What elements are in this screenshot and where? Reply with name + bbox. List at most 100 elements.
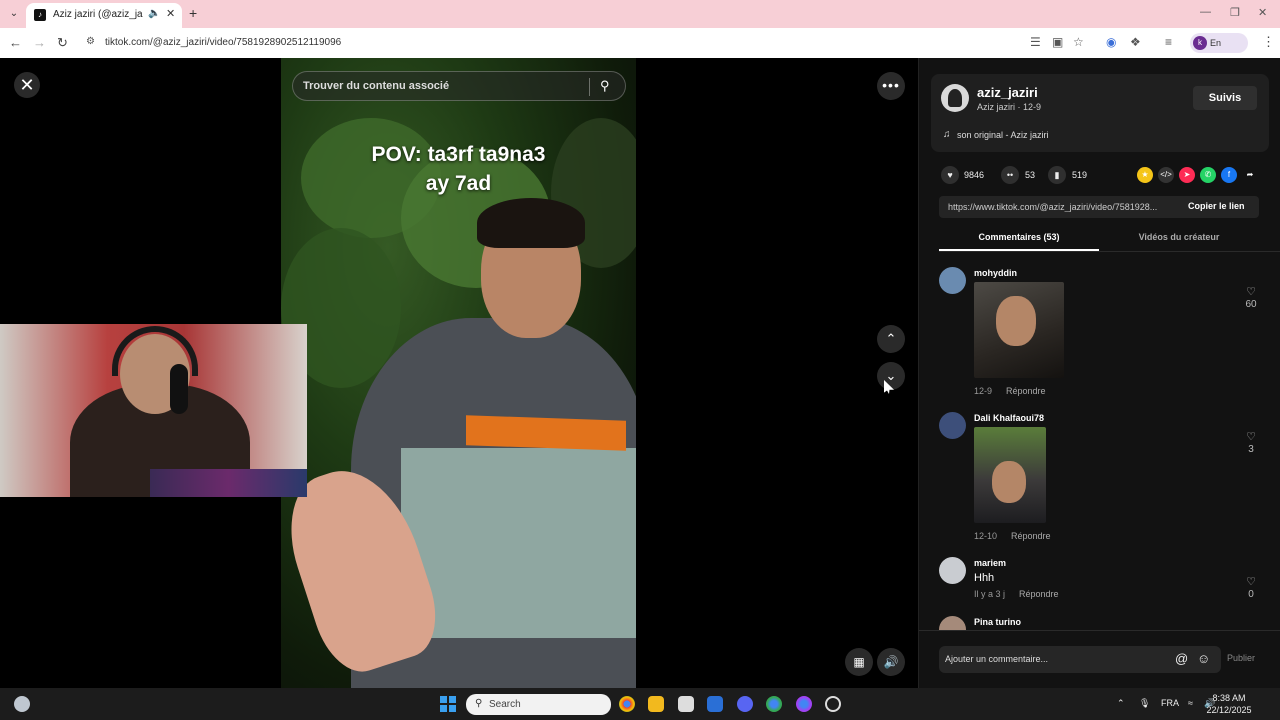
sticker-face — [996, 296, 1036, 346]
profile-button[interactable]: k En pause — [1190, 33, 1248, 68]
volume-icon[interactable]: 🔊 — [877, 648, 905, 676]
taskbar-search[interactable]: ⚲ Search — [466, 694, 611, 715]
commenter-avatar[interactable] — [939, 557, 966, 584]
emoji-icon[interactable]: ☺ — [1197, 651, 1210, 666]
search-icon[interactable]: ⚲ — [600, 78, 610, 94]
microphone-icon[interactable]: 🎙 — [1139, 698, 1150, 709]
publish-button[interactable]: Publier — [1227, 653, 1255, 663]
next-video-chevron-down-icon[interactable]: ⌄ — [877, 362, 905, 390]
restore-icon[interactable]: ❐ — [1230, 6, 1240, 19]
os-taskbar: ⚲ Search ⌃ 🎙 FRA ≈ 🔊 8:38 AM 22/12/2025 — [0, 688, 1280, 720]
comment-bubble-icon[interactable]: •• — [1001, 166, 1019, 184]
weather-icon[interactable] — [14, 696, 30, 712]
repost-icon[interactable]: ★ — [1137, 167, 1153, 183]
commenter-name[interactable]: Pina turino — [974, 617, 1021, 627]
reply-button[interactable]: Répondre — [1019, 589, 1059, 599]
mail-icon[interactable] — [707, 696, 723, 712]
close-tab-icon[interactable]: ✕ — [166, 7, 175, 20]
facebook-icon[interactable]: f — [1221, 167, 1237, 183]
window-close-icon[interactable]: ✕ — [1258, 6, 1267, 19]
comment-sticker-image[interactable] — [974, 427, 1046, 523]
comment-input[interactable]: Ajouter un commentaire... @ ☺ — [939, 646, 1221, 673]
comment-heart-icon[interactable]: ♡ — [1239, 285, 1263, 298]
caption-line-1: POV: ta3rf ta9na3 — [371, 143, 546, 166]
creator-avatar[interactable] — [941, 84, 969, 112]
more-options-icon[interactable]: ••• — [877, 72, 905, 100]
close-video-icon[interactable]: ✕ — [14, 72, 40, 98]
commenter-avatar[interactable] — [939, 267, 966, 294]
sound-link[interactable]: son original - Aziz jaziri — [957, 130, 1049, 140]
embed-code-icon[interactable]: </> — [1158, 167, 1174, 183]
chrome-active-icon[interactable] — [796, 696, 812, 712]
forward-arrow-icon[interactable]: → — [33, 35, 46, 50]
reading-list-icon[interactable]: ≡ — [1165, 35, 1172, 49]
browser-toolbar: ← → ↻ ⚙ tiktok.com/@aziz_jaziri/video/75… — [0, 28, 1280, 68]
file-explorer-icon[interactable] — [648, 696, 664, 712]
comment-sticker-image[interactable] — [974, 282, 1064, 378]
clock-date: 22/12/2025 — [1206, 705, 1252, 715]
translate-icon[interactable]: ☰ — [1030, 35, 1041, 49]
chrome-icon[interactable] — [619, 696, 635, 712]
comment-meta: 12-10 Répondre — [974, 531, 1051, 541]
commenter-avatar[interactable] — [939, 412, 966, 439]
bookmark-star-icon[interactable]: ☆ — [1073, 35, 1084, 49]
settings-gear-icon[interactable] — [825, 696, 841, 712]
chrome-profile-icon[interactable] — [766, 696, 782, 712]
send-to-friends-icon[interactable]: ➤ — [1179, 167, 1195, 183]
creator-username[interactable]: aziz_jaziri — [977, 85, 1038, 100]
comment-like-count: 60 — [1245, 299, 1257, 310]
bookmark-icon[interactable]: ▮ — [1048, 166, 1066, 184]
browser-tab-bar: ⌄ ♪ Aziz jaziri (@aziz_jaziri) | Tik 🔈 ✕… — [0, 0, 1280, 28]
extensions-puzzle-icon[interactable]: ❖ — [1130, 35, 1141, 49]
reply-button[interactable]: Répondre — [1011, 531, 1051, 541]
reply-button[interactable]: Répondre — [1006, 386, 1046, 396]
tray-chevron-up-icon[interactable]: ⌃ — [1117, 698, 1125, 709]
comment-like-count: 3 — [1248, 444, 1254, 455]
system-clock[interactable]: 8:38 AM 22/12/2025 — [1198, 692, 1260, 716]
copy-link-button[interactable]: Copier le lien — [1188, 201, 1245, 211]
likes-count: 9846 — [964, 170, 985, 180]
previous-video-chevron-up-icon[interactable]: ⌃ — [877, 325, 905, 353]
tiktok-video-page: ✕ Trouver du contenu associé ⚲ POV: ta3r… — [0, 58, 1280, 688]
engagement-stats: ♥ 9846 •• 53 ▮ 519 ★ </> ➤ ✆ f ➦ — [941, 166, 1271, 186]
store-icon[interactable] — [678, 696, 694, 712]
commenter-name[interactable]: mariem — [974, 558, 1006, 568]
commenter-name[interactable]: Dali Khalfaoui78 — [974, 413, 1044, 423]
site-info-icon[interactable]: ⚙ — [86, 36, 95, 47]
floating-player-icon[interactable]: ▦ — [845, 648, 873, 676]
heart-icon[interactable]: ♥ — [941, 166, 959, 184]
tab-creator-videos[interactable]: Vidéos du créateur — [1099, 232, 1259, 242]
active-tab-underline — [939, 249, 1099, 251]
video-person-jacket-lower — [401, 448, 636, 638]
url-text[interactable]: tiktok.com/@aziz_jaziri/video/7581928902… — [105, 37, 341, 48]
follow-button[interactable]: Suivis — [1193, 86, 1257, 110]
mention-at-icon[interactable]: @ — [1175, 651, 1188, 666]
commenter-name[interactable]: mohyddin — [974, 268, 1017, 278]
windows-start-icon[interactable] — [440, 696, 456, 712]
wifi-icon[interactable]: ≈ — [1188, 698, 1193, 708]
reload-icon[interactable]: ↻ — [57, 35, 68, 51]
whatsapp-icon[interactable]: ✆ — [1200, 167, 1216, 183]
minimize-icon[interactable]: — — [1200, 6, 1211, 18]
browser-tab[interactable]: ♪ Aziz jaziri (@aziz_jaziri) | Tik 🔈 ✕ — [26, 3, 182, 28]
extension-icon[interactable]: ◉ — [1106, 35, 1116, 49]
back-arrow-icon[interactable]: ← — [9, 35, 22, 50]
share-link-url[interactable]: https://www.tiktok.com/@aziz_jaziri/vide… — [948, 202, 1178, 212]
video-player[interactable]: Trouver du contenu associé ⚲ POV: ta3rf … — [281, 58, 636, 688]
browser-menu-icon[interactable]: ⋮ — [1262, 34, 1275, 50]
discord-icon[interactable] — [737, 696, 753, 712]
comment-heart-icon[interactable]: ♡ — [1239, 430, 1263, 443]
comment-date: Il y a 3 j — [974, 589, 1006, 599]
tab-list-chevron-icon[interactable]: ⌄ — [6, 6, 22, 22]
comment-heart-icon[interactable]: ♡ — [1239, 575, 1263, 588]
new-tab-plus-icon[interactable]: + — [189, 5, 197, 21]
cast-icon[interactable]: ▣ — [1052, 35, 1063, 49]
speaker-icon[interactable]: 🔈 — [148, 8, 160, 19]
search-divider — [589, 78, 590, 96]
related-content-search[interactable]: Trouver du contenu associé ⚲ — [292, 71, 626, 101]
comments-count: 53 — [1025, 170, 1036, 180]
tab-comments[interactable]: Commentaires (53) — [939, 232, 1099, 242]
address-bar[interactable]: ⚙ tiktok.com/@aziz_jaziri/video/75819289… — [80, 32, 1020, 54]
share-arrow-icon[interactable]: ➦ — [1242, 167, 1258, 183]
language-indicator[interactable]: FRA — [1161, 698, 1179, 708]
